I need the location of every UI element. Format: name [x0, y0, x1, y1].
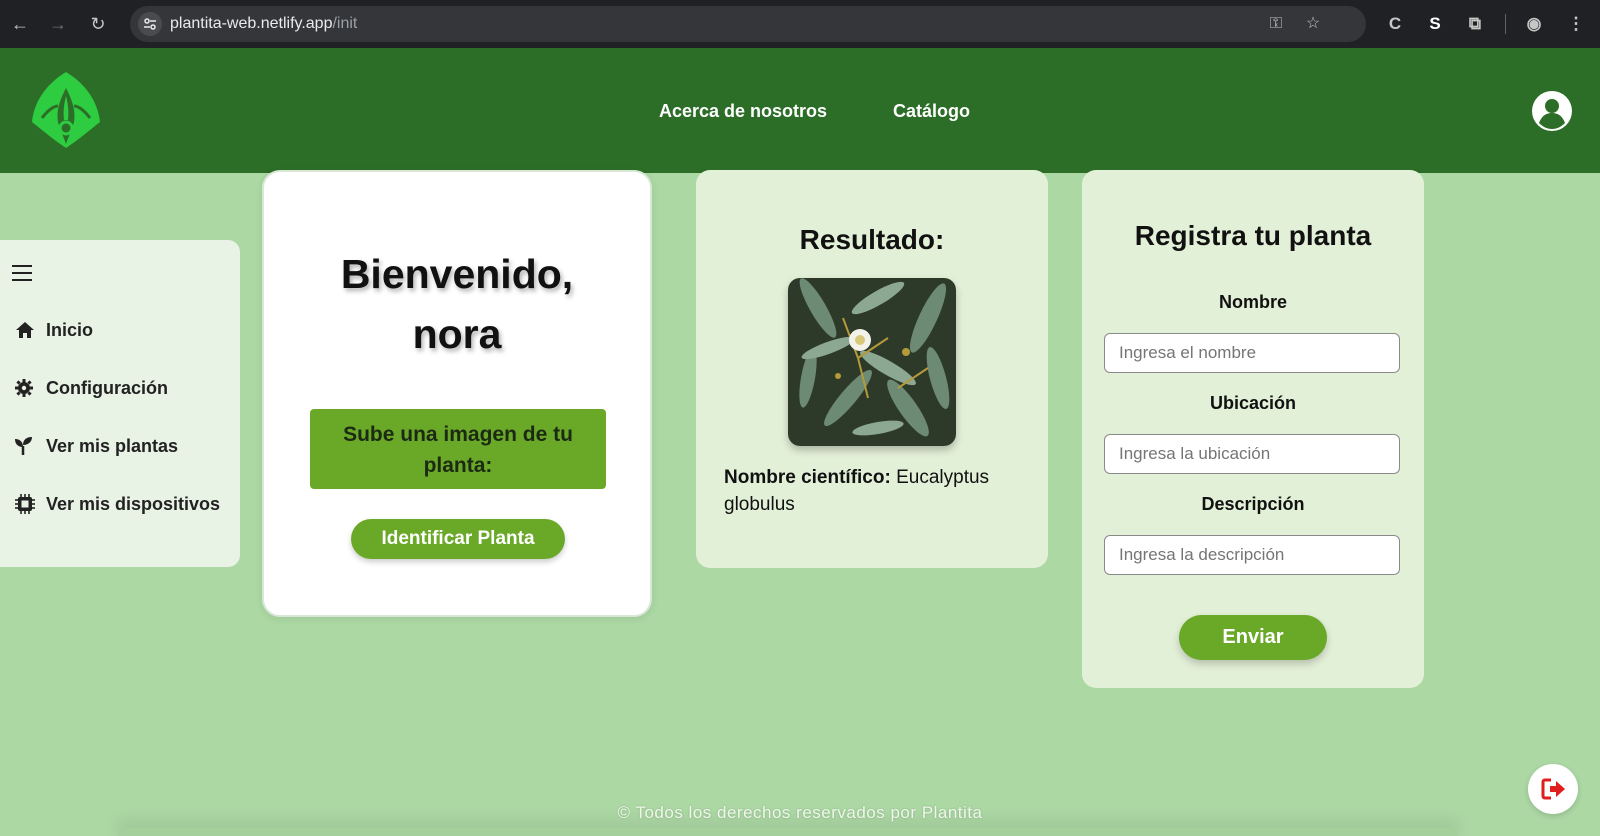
result-title: Resultado: — [799, 224, 945, 255]
name-input[interactable] — [1104, 333, 1400, 373]
scientific-name: Nombre científico: Eucalyptus globulus — [724, 464, 1024, 518]
user-account-icon[interactable] — [1531, 90, 1573, 132]
sidebar-item-ver-mis-dispositivos[interactable]: Ver mis dispositivos — [14, 492, 220, 516]
location-input[interactable] — [1104, 434, 1400, 474]
sidebar-item-label: Ver mis plantas — [46, 435, 179, 456]
upload-image-button[interactable]: Sube una imagen de tu planta: — [310, 409, 606, 489]
extensions-puzzle-icon[interactable]: ⧉ — [1463, 12, 1487, 36]
extension-icon[interactable]: C — [1383, 12, 1407, 36]
gear-icon — [15, 379, 33, 397]
sidebar-item-label: Configuración — [46, 377, 168, 398]
description-input[interactable] — [1104, 535, 1400, 575]
result-card: Resultado: Nombre científico: Eucalyptus… — [696, 170, 1048, 568]
chip-icon — [15, 494, 35, 514]
profile-icon[interactable]: ◉ — [1522, 12, 1546, 36]
welcome-heading: Bienvenido, nora — [264, 244, 650, 364]
name-label: Nombre — [1218, 292, 1287, 312]
nav-about-link[interactable]: Acerca de nosotros — [659, 101, 827, 122]
sidebar-item-ver-mis-plantas[interactable]: Ver mis plantas — [14, 434, 178, 458]
scientific-name-label: Nombre científico: — [724, 467, 891, 488]
browser-toolbar: ← → ↻ plantita-web.netlify.app/init ⚿ ☆ … — [0, 0, 1600, 48]
bookmark-star-icon[interactable]: ☆ — [1303, 14, 1323, 34]
forward-icon[interactable]: → — [46, 12, 70, 36]
address-bar[interactable]: plantita-web.netlify.app/init ⚿ ☆ — [130, 6, 1366, 42]
home-icon — [16, 322, 34, 338]
sign-out-icon — [1541, 778, 1565, 800]
sidebar-item-configuracion[interactable]: Configuración — [14, 376, 168, 400]
sidebar: Inicio Configuración Ver mis plantas Ver… — [0, 240, 240, 567]
toolbar-divider — [1505, 14, 1506, 34]
identify-plant-button[interactable]: Identificar Planta — [351, 519, 565, 559]
url-text: plantita-web.netlify.app/init — [170, 15, 357, 33]
welcome-card: Bienvenido, nora Sube una imagen de tu p… — [262, 170, 652, 617]
url-host: plantita-web.netlify.app — [170, 15, 333, 32]
sidebar-item-label: Inicio — [46, 319, 94, 340]
submit-button[interactable]: Enviar — [1179, 615, 1327, 660]
menu-kebab-icon[interactable]: ⋮ — [1564, 12, 1588, 36]
url-path: /init — [332, 15, 358, 32]
footer-copyright: © Todos los derechos reservados por Plan… — [617, 803, 983, 822]
extension-s-icon[interactable]: S — [1423, 12, 1447, 36]
username-text: nora — [412, 311, 502, 357]
register-plant-card: Registra tu planta Nombre Ubicación Desc… — [1082, 170, 1424, 688]
register-title: Registra tu planta — [1134, 220, 1372, 251]
logout-button[interactable] — [1528, 764, 1578, 814]
description-label: Descripción — [1201, 494, 1305, 514]
location-label: Ubicación — [1209, 393, 1297, 413]
plant-photo — [788, 278, 956, 446]
plantita-logo[interactable] — [28, 70, 104, 150]
greeting-text: Bienvenido, — [340, 251, 574, 297]
nav-catalog-link[interactable]: Catálogo — [893, 101, 970, 122]
site-settings-icon[interactable] — [138, 12, 162, 36]
footer-bar — [118, 828, 1458, 836]
password-key-icon[interactable]: ⚿ — [1266, 14, 1286, 34]
sidebar-item-inicio[interactable]: Inicio — [14, 318, 93, 342]
sidebar-item-label: Ver mis dispositivos — [46, 493, 221, 514]
reload-icon[interactable]: ↻ — [86, 12, 110, 36]
sprout-icon — [15, 437, 32, 455]
hamburger-menu-icon[interactable] — [12, 265, 32, 281]
back-icon[interactable]: ← — [8, 12, 32, 36]
